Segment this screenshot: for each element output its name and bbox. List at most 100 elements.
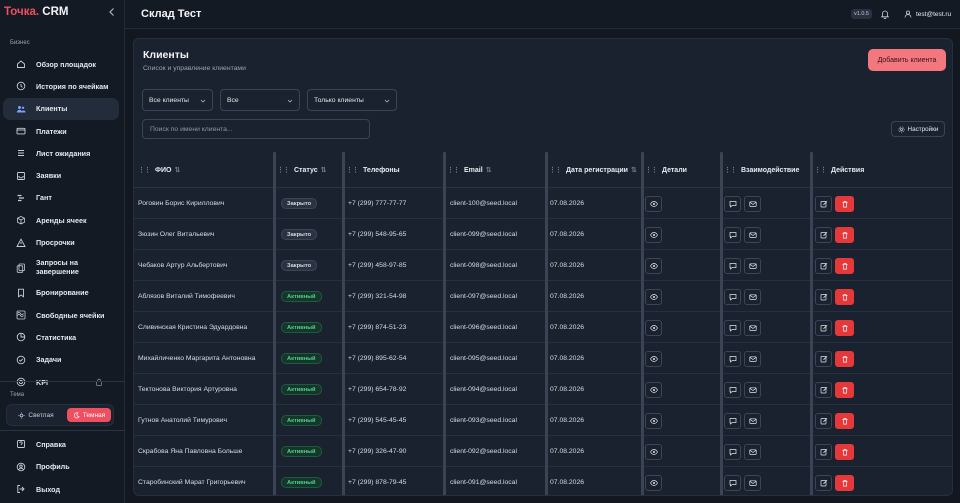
column-header-2[interactable]: ⋮⋮ Телефоны [346, 152, 400, 188]
message-button[interactable] [724, 381, 741, 398]
sidebar-item-9[interactable]: Запросы на завершение [0, 254, 125, 282]
column-resize-handle[interactable] [810, 152, 813, 495]
edit-button[interactable] [815, 412, 832, 429]
sidebar-item-2[interactable]: Клиенты [3, 97, 119, 120]
table-settings-button[interactable]: Настройки [891, 121, 945, 137]
column-resize-handle[interactable] [545, 152, 548, 495]
client-name[interactable]: Михайличенко Маргарита Антоновна [138, 343, 255, 374]
delete-button[interactable] [835, 474, 854, 491]
sort-icon[interactable]: ⇅ [631, 166, 637, 174]
delete-button[interactable] [835, 381, 854, 398]
edit-button[interactable] [815, 474, 832, 491]
edit-button[interactable] [815, 195, 832, 212]
sidebar-item-11[interactable]: Свободные ячейки [0, 304, 125, 326]
delete-button[interactable] [835, 350, 854, 367]
theme-dark-button[interactable]: Темная [67, 408, 111, 422]
role-filter[interactable]: Только клиенты [307, 89, 397, 111]
column-header-5[interactable]: ⋮⋮ Детали [645, 152, 687, 188]
sidebar-item-6[interactable]: Гант [0, 187, 125, 209]
client-name[interactable]: Чебаков Артур Альбертович [138, 250, 227, 281]
table-row[interactable]: Тектонова Виктория Артуровна Активный +7 (… [134, 374, 952, 405]
drag-handle-icon[interactable]: ⋮⋮ [346, 166, 359, 174]
view-details-button[interactable] [645, 474, 662, 491]
sidebar-item-14[interactable]: KPI [0, 371, 125, 393]
client-name[interactable]: Сливинская Кристина Эдуардовна [138, 312, 247, 343]
edit-button[interactable] [815, 257, 832, 274]
table-row[interactable]: Старобинский Марат Григорьевич Активный +7… [134, 467, 952, 495]
theme-light-button[interactable]: Светлая [11, 408, 61, 422]
client-name[interactable]: Аблязов Виталий Тимофеевич [138, 281, 235, 312]
message-button[interactable] [724, 319, 741, 336]
delete-button[interactable] [835, 226, 854, 243]
drag-handle-icon[interactable]: ⋮⋮ [645, 166, 658, 174]
table-row[interactable]: Зюзин Олег Витальевич Закрыто +7 (299) 548… [134, 219, 952, 250]
drag-handle-icon[interactable]: ⋮⋮ [814, 166, 827, 174]
message-button[interactable] [724, 474, 741, 491]
edit-button[interactable] [815, 226, 832, 243]
view-details-button[interactable] [645, 195, 662, 212]
column-resize-handle[interactable] [720, 152, 723, 495]
sidebar-item-12[interactable]: Статистика [0, 326, 125, 348]
column-header-1[interactable]: ⋮⋮ Статус ⇅ [277, 152, 326, 188]
status-filter[interactable]: Все [220, 89, 300, 111]
view-details-button[interactable] [645, 288, 662, 305]
edit-button[interactable] [815, 443, 832, 460]
drag-handle-icon[interactable]: ⋮⋮ [549, 166, 562, 174]
sidebar-item-8[interactable]: Просрочки [0, 231, 125, 253]
chevron-left-icon[interactable] [106, 6, 118, 18]
brand-logo[interactable]: Точка. CRM [4, 6, 68, 22]
add-client-button[interactable]: Добавить клиента [868, 49, 946, 71]
drag-handle-icon[interactable]: ⋮⋮ [447, 166, 460, 174]
sidebar-item-4[interactable]: Лист ожидания [0, 142, 125, 164]
client-name[interactable]: Старобинский Марат Григорьевич [138, 467, 246, 495]
client-name[interactable]: Скрабова Яна Павловна Больше [138, 436, 242, 467]
view-details-button[interactable] [645, 350, 662, 367]
client-name[interactable]: Роговин Борис Кириллович [138, 188, 224, 219]
table-row[interactable]: Аблязов Виталий Тимофеевич Активный +7 (29… [134, 281, 952, 312]
message-button[interactable] [724, 350, 741, 367]
table-row[interactable]: Роговин Борис Кириллович Закрыто +7 (299) … [134, 188, 952, 219]
view-details-button[interactable] [645, 412, 662, 429]
email-button[interactable] [744, 474, 761, 491]
view-details-button[interactable] [645, 257, 662, 274]
table-row[interactable]: Сливинская Кристина Эдуардовна Активный +7… [134, 312, 952, 343]
delete-button[interactable] [835, 412, 854, 429]
edit-button[interactable] [815, 350, 832, 367]
email-button[interactable] [744, 226, 761, 243]
email-button[interactable] [744, 319, 761, 336]
email-button[interactable] [744, 257, 761, 274]
delete-button[interactable] [835, 288, 854, 305]
message-button[interactable] [724, 195, 741, 212]
column-resize-handle[interactable] [443, 152, 446, 495]
email-button[interactable] [744, 288, 761, 305]
delete-button[interactable] [835, 319, 854, 336]
delete-button[interactable] [835, 257, 854, 274]
edit-button[interactable] [815, 381, 832, 398]
view-details-button[interactable] [645, 319, 662, 336]
column-header-0[interactable]: ⋮⋮ ФИО ⇅ [138, 152, 180, 188]
column-resize-handle[interactable] [273, 152, 276, 495]
view-details-button[interactable] [645, 443, 662, 460]
message-button[interactable] [724, 443, 741, 460]
column-header-7[interactable]: ⋮⋮ Действия [814, 152, 864, 188]
bell-icon[interactable] [880, 9, 890, 19]
column-header-6[interactable]: ⋮⋮ Взаимодействие [724, 152, 799, 188]
client-name[interactable]: Гутнов Анатолий Тимурович [138, 405, 227, 436]
email-button[interactable] [744, 443, 761, 460]
sidebar-item-5[interactable]: Заявки [0, 164, 125, 186]
email-button[interactable] [744, 350, 761, 367]
sidebar-bottom-item-1[interactable]: Профиль [0, 456, 125, 479]
drag-handle-icon[interactable]: ⋮⋮ [138, 166, 151, 174]
sidebar-item-3[interactable]: Платежи [0, 120, 125, 142]
edit-button[interactable] [815, 319, 832, 336]
client-name[interactable]: Зюзин Олег Витальевич [138, 219, 214, 250]
table-row[interactable]: Чебаков Артур Альбертович Закрыто +7 (299)… [134, 250, 952, 281]
delete-button[interactable] [835, 195, 854, 212]
sidebar-bottom-item-2[interactable]: Выход [0, 478, 125, 501]
message-button[interactable] [724, 257, 741, 274]
email-button[interactable] [744, 381, 761, 398]
delete-button[interactable] [835, 443, 854, 460]
view-details-button[interactable] [645, 381, 662, 398]
column-header-4[interactable]: ⋮⋮ Дата регистрации ⇅ [549, 152, 637, 188]
column-resize-handle[interactable] [641, 152, 644, 495]
